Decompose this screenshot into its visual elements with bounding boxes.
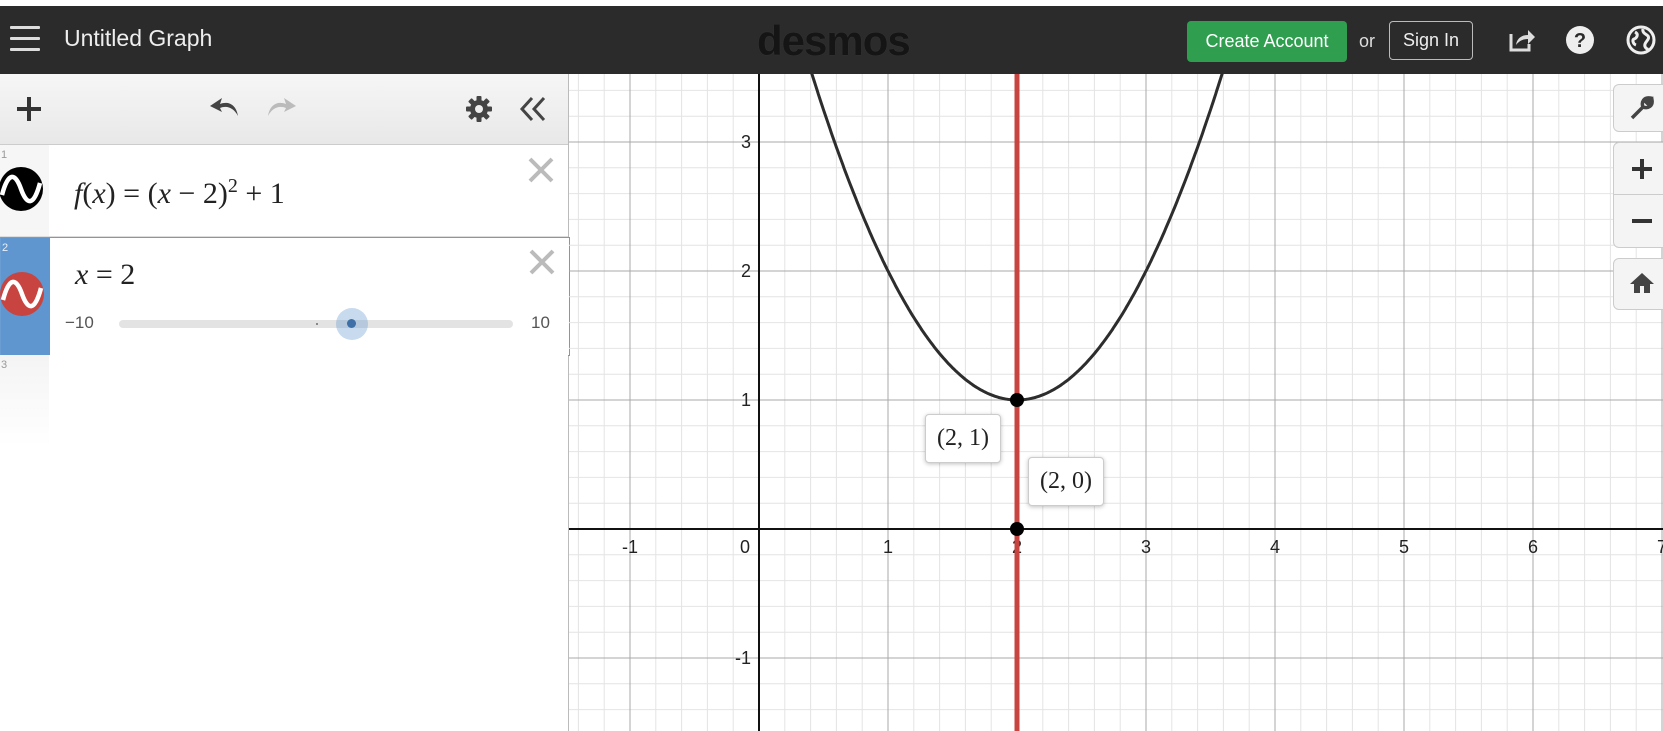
x-tick-label: 6 — [1528, 537, 1538, 557]
undo-icon[interactable] — [208, 92, 244, 122]
x-tick-label: 4 — [1270, 537, 1280, 557]
or-label: or — [1359, 31, 1376, 51]
x-tick-label: 0 — [740, 537, 750, 557]
graph-point[interactable] — [1010, 522, 1024, 536]
x-tick-label: 1 — [883, 537, 893, 557]
help-icon[interactable]: ? — [1564, 24, 1596, 56]
menu-icon[interactable] — [10, 26, 40, 52]
expression-formula[interactable]: x = 2 — [75, 258, 135, 292]
graph-title[interactable]: Untitled Graph — [64, 25, 212, 52]
expression-toolbar — [0, 74, 568, 145]
expression-gutter: 3 — [0, 355, 49, 447]
graph-point[interactable] — [1010, 393, 1024, 407]
delete-expression-icon[interactable] — [526, 155, 556, 185]
add-icon[interactable] — [15, 95, 43, 123]
top-bar: Untitled Graph desmos Create Account or … — [0, 6, 1663, 74]
expression-index: 2 — [2, 242, 9, 254]
zoom-divider — [1614, 194, 1663, 195]
redo-icon[interactable] — [262, 92, 298, 122]
point-label[interactable]: (2, 1) — [925, 414, 1001, 463]
sign-in-button[interactable]: Sign In — [1389, 21, 1473, 60]
curve-color-toggle-icon[interactable] — [0, 166, 44, 212]
svg-text:?: ? — [1574, 30, 1586, 52]
slider-midpoint-marker — [316, 323, 318, 325]
point-label[interactable]: (2, 0) — [1028, 457, 1104, 506]
delete-expression-icon[interactable] — [527, 247, 557, 277]
expression-row-selected[interactable]: 2 x = 2 −10 10 — [0, 237, 570, 356]
expression-gutter: 1 — [0, 145, 49, 236]
zoom-in-icon[interactable] — [1630, 157, 1654, 181]
x-tick-label: 5 — [1399, 537, 1409, 557]
collapse-panel-icon[interactable] — [518, 94, 548, 124]
y-tick-label: -1 — [735, 648, 751, 668]
x-tick-label: 3 — [1141, 537, 1151, 557]
share-icon[interactable] — [1505, 24, 1537, 56]
x-tick-label: 7 — [1657, 537, 1663, 557]
graph-canvas[interactable]: -101234567321-1 (2, 1) (2, 0) — [569, 74, 1663, 731]
desmos-logo: desmos — [757, 17, 911, 64]
slider-min-label[interactable]: −10 — [65, 313, 94, 333]
graph-settings-button[interactable] — [1613, 84, 1663, 132]
slider-thumb-dot[interactable] — [347, 319, 356, 328]
graph-paper[interactable]: -101234567321-1 — [569, 74, 1663, 731]
x-tick-label: -1 — [622, 537, 638, 557]
expression-index: 1 — [1, 149, 8, 161]
expression-gutter: 2 — [0, 238, 50, 355]
expression-row[interactable]: 1 f(x) = (x − 2)2 + 1 — [0, 145, 568, 237]
home-icon — [1630, 273, 1654, 293]
y-tick-label: 2 — [741, 261, 751, 281]
y-tick-label: 1 — [741, 390, 751, 410]
default-viewport-button[interactable] — [1613, 258, 1663, 310]
wrench-icon — [1630, 96, 1654, 120]
settings-gear-icon[interactable] — [464, 94, 494, 124]
expression-formula[interactable]: f(x) = (x − 2)2 + 1 — [74, 175, 285, 211]
create-account-button[interactable]: Create Account — [1187, 21, 1347, 62]
curve-color-toggle-icon[interactable] — [0, 271, 45, 317]
language-globe-icon[interactable] — [1625, 24, 1657, 56]
y-tick-label: 3 — [741, 132, 751, 152]
zoom-out-icon[interactable] — [1630, 209, 1654, 233]
slider-max-label[interactable]: 10 — [531, 313, 550, 333]
expression-panel: 1 f(x) = (x − 2)2 + 1 2 x = 2 −10 10 3 — [0, 74, 570, 731]
zoom-controls — [1613, 142, 1663, 248]
expression-index: 3 — [1, 359, 8, 371]
empty-expression-row[interactable]: 3 — [0, 355, 568, 447]
